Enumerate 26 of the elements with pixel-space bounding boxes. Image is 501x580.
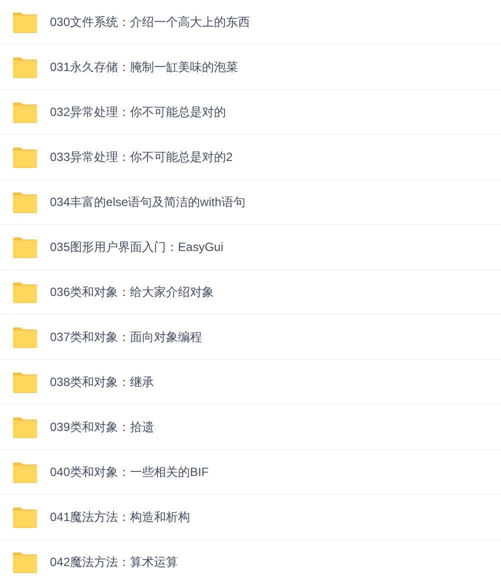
folder-icon bbox=[12, 372, 38, 392]
folder-name[interactable]: 040类和对象：一些相关的BIF bbox=[50, 463, 209, 481]
folder-name[interactable]: 035图形用户界面入门：EasyGui bbox=[50, 238, 224, 256]
folder-icon bbox=[12, 236, 38, 258]
folder-name[interactable]: 039类和对象：拾遗 bbox=[50, 418, 154, 436]
folder-name[interactable]: 034丰富的else语句及简洁的with语句 bbox=[50, 193, 246, 211]
folder-name[interactable]: 032异常处理：你不可能总是对的 bbox=[50, 103, 226, 121]
folder-name[interactable]: 037类和对象：面向对象编程 bbox=[50, 328, 202, 346]
folder-icon bbox=[12, 102, 38, 122]
folder-icon bbox=[12, 462, 38, 482]
folder-icon bbox=[12, 326, 38, 348]
folder-icon bbox=[12, 56, 38, 78]
folder-name[interactable]: 036类和对象：给大家介绍对象 bbox=[50, 283, 214, 301]
folder-name[interactable]: 041魔法方法：构造和析构 bbox=[50, 508, 190, 526]
folder-name[interactable]: 033异常处理：你不可能总是对的2 bbox=[50, 148, 233, 166]
folder-name[interactable]: 038类和对象：继承 bbox=[50, 373, 154, 391]
folder-name[interactable]: 030文件系统：介绍一个高大上的东西 bbox=[50, 13, 250, 31]
folder-name[interactable]: 031永久存储：腌制一缸美味的泡菜 bbox=[50, 58, 238, 76]
folder-icon bbox=[12, 12, 38, 32]
folder-icon bbox=[12, 552, 38, 572]
folder-icon bbox=[12, 416, 38, 438]
folder-icon bbox=[12, 192, 38, 212]
folder-icon bbox=[12, 282, 38, 302]
folder-icon bbox=[12, 506, 38, 528]
folder-name[interactable]: 042魔法方法：算术运算 bbox=[50, 553, 178, 571]
folder-icon bbox=[12, 146, 38, 168]
